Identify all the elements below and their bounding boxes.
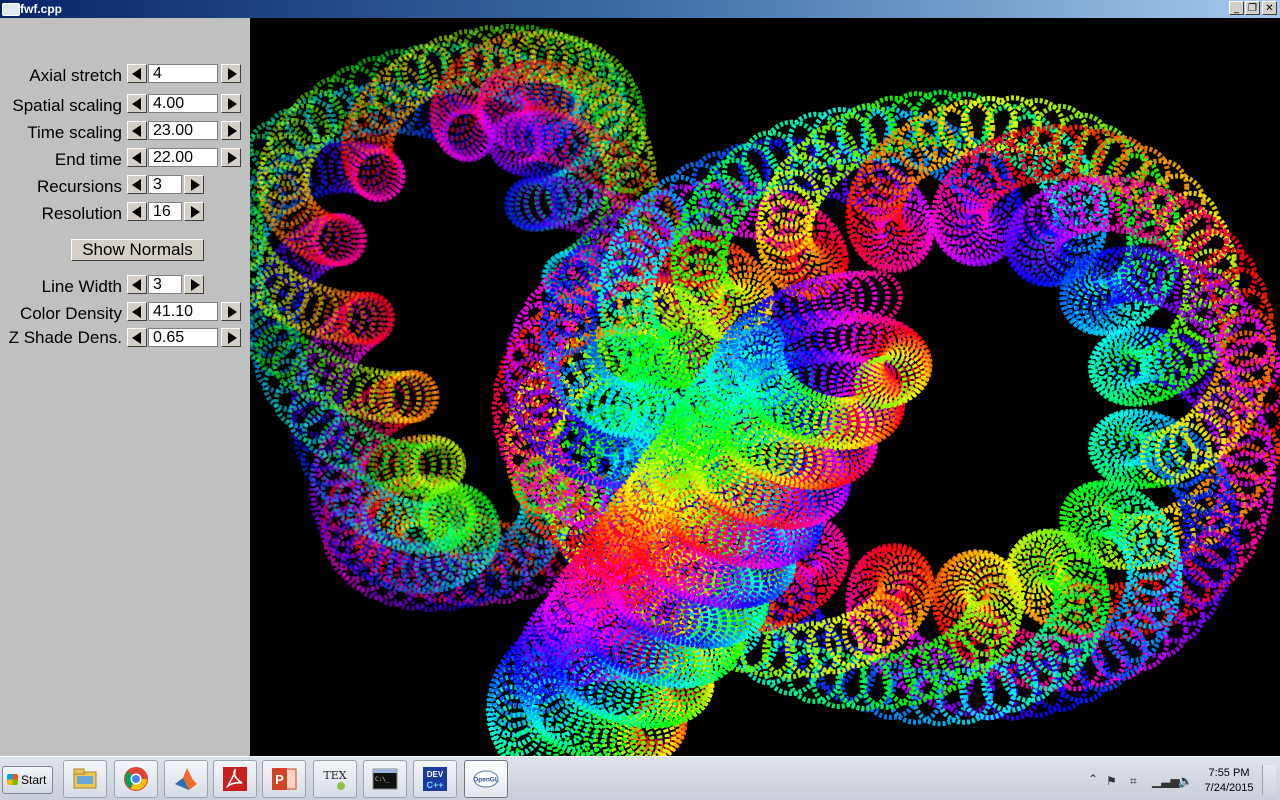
color-density-decrease-button[interactable] bbox=[127, 302, 147, 321]
z-shade-density-increase-button[interactable] bbox=[221, 328, 241, 347]
opengl-render-canvas[interactable] bbox=[250, 18, 1280, 756]
clock-time: 7:55 PM bbox=[1208, 767, 1250, 779]
svg-text:P: P bbox=[275, 772, 284, 787]
end-time-increase-button[interactable] bbox=[221, 148, 241, 167]
svg-text:DEV: DEV bbox=[427, 770, 444, 779]
axial-stretch-field[interactable]: 4 bbox=[148, 64, 218, 83]
network-icon[interactable]: ▁▃▅ bbox=[1152, 774, 1180, 788]
show-desktop-button[interactable] bbox=[1262, 765, 1276, 795]
taskbar-powerpoint[interactable]: P bbox=[262, 760, 306, 798]
taskbar-opengl[interactable]: OpenGL bbox=[464, 760, 508, 798]
time-scaling-increase-button[interactable] bbox=[221, 121, 241, 140]
color-density-field[interactable]: 41.10 bbox=[148, 302, 218, 321]
windows-logo-icon bbox=[7, 774, 18, 785]
line-width-increase-button[interactable] bbox=[184, 275, 204, 294]
recursions-increase-button[interactable] bbox=[184, 175, 204, 194]
spatial-scaling-field[interactable]: 4.00 bbox=[148, 94, 218, 113]
start-button[interactable]: Start bbox=[2, 766, 53, 794]
powerpoint-icon: P bbox=[272, 768, 297, 790]
z-shade-density-label: Z Shade Dens. bbox=[8, 328, 122, 347]
usb-device-icon[interactable]: ⌗ bbox=[1130, 774, 1137, 789]
maximize-button[interactable]: ❐ bbox=[1245, 1, 1260, 15]
time-scaling-field[interactable]: 23.00 bbox=[148, 121, 218, 140]
acrobat-icon bbox=[223, 767, 247, 791]
time-scaling-label: Time scaling bbox=[27, 123, 122, 142]
close-button[interactable]: ✕ bbox=[1262, 1, 1277, 15]
taskbar-matlab[interactable] bbox=[164, 760, 208, 798]
app-icon bbox=[2, 3, 20, 16]
svg-text:TEX: TEX bbox=[323, 769, 346, 782]
end-time-field[interactable]: 22.00 bbox=[148, 148, 218, 167]
taskbar-tex[interactable]: TEX bbox=[313, 760, 357, 798]
axial-stretch-label: Axial stretch bbox=[29, 66, 122, 85]
spatial-scaling-decrease-button[interactable] bbox=[127, 94, 147, 113]
axial-stretch-increase-button[interactable] bbox=[221, 64, 241, 83]
resolution-decrease-button[interactable] bbox=[127, 202, 147, 221]
z-shade-density-decrease-button[interactable] bbox=[127, 328, 147, 347]
cmd-icon: C:\_ bbox=[372, 768, 398, 790]
taskbar-chrome[interactable] bbox=[114, 760, 158, 798]
recursions-decrease-button[interactable] bbox=[127, 175, 147, 194]
show-normals-button[interactable]: Show Normals bbox=[71, 239, 204, 261]
matlab-icon bbox=[175, 768, 197, 790]
line-width-field[interactable]: 3 bbox=[148, 275, 182, 294]
line-width-label: Line Width bbox=[41, 277, 122, 296]
show-hidden-icons-icon[interactable]: ⌃ bbox=[1088, 772, 1098, 786]
spatial-scaling-increase-button[interactable] bbox=[221, 94, 241, 113]
title-bar: fwf.cpp _ ❐ ✕ bbox=[0, 0, 1280, 18]
end-time-label: End time bbox=[54, 150, 122, 169]
window-title: fwf.cpp bbox=[20, 2, 62, 16]
resolution-field[interactable]: 16 bbox=[148, 202, 182, 221]
taskbar: Start P TEX C:\_ DEV C++ OpenGL ⌃ ⚑ ⌗ ▁▃… bbox=[0, 756, 1280, 800]
recursions-label: Recursions bbox=[36, 177, 122, 196]
taskbar-devcpp[interactable]: DEV C++ bbox=[413, 760, 457, 798]
recursions-field[interactable]: 3 bbox=[148, 175, 182, 194]
svg-text:OpenGL: OpenGL bbox=[473, 777, 499, 784]
color-density-label: Color Density bbox=[19, 304, 122, 323]
opengl-icon: OpenGL bbox=[473, 770, 499, 788]
action-center-icon[interactable]: ⚑ bbox=[1106, 774, 1117, 788]
clock[interactable]: 7:55 PM 7/24/2015 bbox=[1196, 766, 1262, 796]
minimize-button[interactable]: _ bbox=[1229, 1, 1244, 15]
color-density-increase-button[interactable] bbox=[221, 302, 241, 321]
resolution-increase-button[interactable] bbox=[184, 202, 204, 221]
devcpp-icon: DEVC++ bbox=[423, 767, 447, 791]
start-label: Start bbox=[21, 773, 47, 787]
end-time-decrease-button[interactable] bbox=[127, 148, 147, 167]
line-width-decrease-button[interactable] bbox=[127, 275, 147, 294]
clock-date: 7/24/2015 bbox=[1204, 782, 1254, 794]
axial-stretch-decrease-button[interactable] bbox=[127, 64, 147, 83]
chrome-icon bbox=[124, 767, 148, 791]
spatial-scaling-label: Spatial scaling bbox=[12, 96, 122, 115]
svg-text:C:\_: C:\_ bbox=[375, 776, 390, 783]
volume-icon[interactable]: 🔈 bbox=[1178, 774, 1193, 788]
time-scaling-decrease-button[interactable] bbox=[127, 121, 147, 140]
file-explorer-icon bbox=[73, 768, 97, 789]
resolution-label: Resolution bbox=[41, 204, 122, 223]
z-shade-density-field[interactable]: 0.65 bbox=[148, 328, 218, 347]
svg-text:C++: C++ bbox=[426, 780, 443, 790]
taskbar-cmd[interactable]: C:\_ bbox=[363, 760, 407, 798]
torus-helix-render bbox=[250, 23, 1280, 756]
control-panel: Axial stretch 4 Spatial scaling 4.00 Tim… bbox=[0, 18, 250, 756]
taskbar-acrobat[interactable] bbox=[213, 760, 257, 798]
taskbar-file-explorer[interactable] bbox=[63, 760, 107, 798]
tex-icon: TEX bbox=[323, 769, 347, 790]
